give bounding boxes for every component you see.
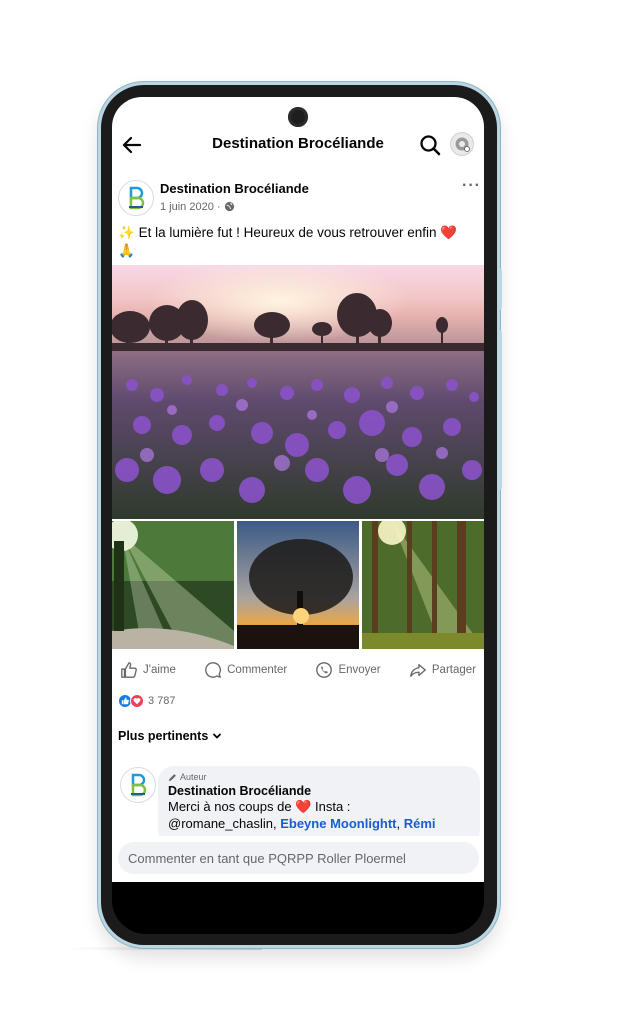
post-text-body: Et la lumière fut ! Heureux de vous retr… (138, 225, 437, 240)
heart-icon: ❤️ (440, 225, 458, 240)
comment-line2: @romane_chaslin, (168, 816, 277, 831)
power-button (498, 330, 502, 490)
comment-comma: , (396, 816, 401, 831)
comment-text-start: Merci à nos coups de (168, 799, 292, 814)
comment-input[interactable] (118, 842, 479, 874)
phone-chin (112, 882, 484, 934)
sort-label: Plus pertinents (118, 729, 209, 743)
post-date-text: 1 juin 2020 · (160, 201, 221, 213)
like-label: J'aime (143, 664, 176, 676)
profile-avatar[interactable] (450, 132, 474, 156)
front-camera (288, 107, 308, 127)
like-icon (121, 662, 137, 678)
search-icon[interactable] (418, 133, 442, 157)
share-label: Partager (431, 664, 476, 676)
phone-screen: Destination Brocéliande Destination Broc… (112, 97, 484, 882)
reactions-summary[interactable]: 3 787 (118, 694, 176, 708)
author-badge-label: Auteur (180, 772, 207, 782)
post-photo-forest-path[interactable] (112, 521, 234, 649)
love-reaction-icon (130, 694, 144, 708)
post-photo-grid (112, 521, 484, 649)
sparkles-icon: ✨ (118, 225, 135, 240)
post-photo-tree-sunset[interactable] (237, 521, 359, 649)
pray-icon: 🙏 (118, 243, 135, 258)
whatsapp-icon (316, 662, 333, 678)
volume-button (498, 268, 502, 310)
share-icon (410, 663, 426, 677)
author-badge: Auteur (168, 772, 470, 782)
post-main-photo[interactable] (112, 265, 484, 519)
comment-text: Merci à nos coups de ❤️ Insta : @romane_… (168, 798, 470, 832)
pencil-icon (168, 773, 176, 781)
brand-logo-icon (129, 186, 145, 210)
comment-button[interactable]: Commenter (204, 659, 287, 681)
mention-link[interactable]: Ebeyne Moonlightt (280, 816, 396, 831)
brand-logo-icon (131, 773, 147, 797)
profile-logo-icon (455, 137, 470, 152)
comment-composer-bar (112, 836, 484, 882)
reactions-count: 3 787 (148, 695, 176, 707)
post-date: 1 juin 2020 · (160, 201, 235, 213)
post-text: ✨ Et la lumière fut ! Heureux de vous re… (118, 224, 480, 260)
mention-link[interactable]: Rémi (404, 816, 436, 831)
chevron-down-icon (213, 733, 222, 739)
post-author-avatar[interactable] (118, 180, 154, 216)
comment-label: Commenter (227, 664, 288, 676)
comment-bubble: Auteur Destination Brocéliande Merci à n… (158, 766, 480, 846)
comment-author-name[interactable]: Destination Brocéliande (168, 784, 470, 798)
send-label: Envoyer (338, 664, 381, 676)
more-options-button[interactable]: ··· (462, 177, 481, 195)
send-button[interactable]: Envoyer (315, 659, 381, 681)
like-button[interactable]: J'aime (120, 659, 176, 681)
post-photo-forest-rays[interactable] (362, 521, 484, 649)
comment-author-avatar[interactable] (120, 767, 156, 803)
post-author-name[interactable]: Destination Brocéliande (160, 181, 309, 196)
comment-sort-dropdown[interactable]: Plus pertinents (118, 729, 222, 743)
globe-icon (224, 201, 234, 212)
comment-icon (205, 662, 222, 678)
heart-icon: ❤️ (295, 799, 312, 814)
post-actions-bar: J'aime Commenter Envoyer Partager (112, 659, 484, 681)
share-button[interactable]: Partager (409, 659, 476, 681)
comment-text-after: Insta : (315, 799, 351, 814)
